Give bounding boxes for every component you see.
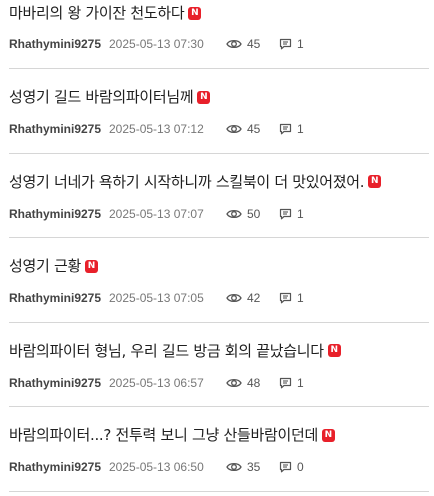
post-author[interactable]: Rhathymini9275 <box>9 121 109 137</box>
comment-icon <box>279 461 292 473</box>
view-count: 50 <box>226 206 279 222</box>
post-title[interactable]: 성영기 길드 바람의파이터님께 <box>9 87 194 107</box>
post-item[interactable]: 바람의파이터 형님, 우리 길드 방금 회의 끝났습니다 N Rhathymin… <box>9 323 429 407</box>
comment-icon <box>279 292 292 304</box>
post-title-row[interactable]: 바람의파이터...? 전투력 보니 그냥 산들바람이던데 N <box>9 425 429 445</box>
new-badge: N <box>327 344 341 357</box>
view-count-value: 50 <box>247 206 261 221</box>
view-count: 42 <box>226 290 279 306</box>
eye-icon <box>226 208 242 220</box>
post-title-row[interactable]: 성영기 근황 N <box>9 256 429 276</box>
post-item[interactable]: 성영기 길드 바람의파이터님께 N Rhathymini9275 2025-05… <box>9 69 429 154</box>
post-date: 2025-05-13 06:50 <box>109 460 204 474</box>
post-author[interactable]: Rhathymini9275 <box>9 290 109 306</box>
comment-icon <box>279 123 292 135</box>
eye-icon <box>226 377 242 389</box>
new-badge: N <box>84 259 98 273</box>
eye-icon <box>226 38 242 50</box>
post-title[interactable]: 바람의파이터 형님, 우리 길드 방금 회의 끝났습니다 <box>9 341 324 361</box>
post-title[interactable]: 성영기 너네가 욕하기 시작하니까 스킬북이 더 맛있어졌어. <box>9 172 365 192</box>
view-count: 45 <box>226 121 279 137</box>
comment-icon <box>279 38 292 50</box>
post-date: 2025-05-13 06:57 <box>109 375 204 390</box>
new-badge: N <box>197 90 211 104</box>
post-author[interactable]: Rhathymini9275 <box>9 459 109 475</box>
view-count-value: 48 <box>247 375 261 390</box>
post-meta: Rhathymini9275 2025-05-13 07:05 42 1 <box>9 290 304 306</box>
eye-icon <box>226 123 242 135</box>
new-badge: N <box>188 6 202 20</box>
post-item[interactable]: 바람의파이터...? 전투력 보니 그냥 산들바람이던데 N Rhathymin… <box>9 407 429 492</box>
new-badge: N <box>321 428 335 442</box>
comment-count-value: 1 <box>297 206 304 221</box>
comment-count-value: 1 <box>297 122 304 136</box>
post-date: 2025-05-13 07:30 <box>109 37 204 51</box>
comment-count-value: 1 <box>297 37 304 51</box>
post-author[interactable]: Rhathymini9275 <box>9 206 109 222</box>
view-count-value: 42 <box>247 291 261 305</box>
comment-count-value: 1 <box>297 291 304 305</box>
comment-count-value: 1 <box>297 375 304 390</box>
post-title-row[interactable]: 성영기 길드 바람의파이터님께 N <box>9 87 429 107</box>
view-count-value: 45 <box>247 122 261 136</box>
view-count: 48 <box>226 375 279 391</box>
post-meta: Rhathymini9275 2025-05-13 06:50 35 0 <box>9 459 304 475</box>
eye-icon <box>226 292 242 304</box>
comment-count[interactable]: 1 <box>279 375 304 391</box>
post-item[interactable]: 성영기 너네가 욕하기 시작하니까 스킬북이 더 맛있어졌어. N Rhathy… <box>9 154 429 238</box>
comment-count[interactable]: 1 <box>279 290 304 306</box>
post-title[interactable]: 마바리의 왕 가이잔 천도하다 <box>9 3 185 23</box>
view-count-value: 45 <box>247 37 261 51</box>
post-author[interactable]: Rhathymini9275 <box>9 36 109 52</box>
comment-icon <box>279 377 292 389</box>
comment-icon <box>279 208 292 220</box>
post-item[interactable]: 성영기 근황 N Rhathymini9275 2025-05-13 07:05… <box>9 238 429 323</box>
post-title-row[interactable]: 성영기 너네가 욕하기 시작하니까 스킬북이 더 맛있어졌어. N <box>9 172 429 192</box>
post-date: 2025-05-13 07:07 <box>109 206 204 221</box>
post-author[interactable]: Rhathymini9275 <box>9 375 109 391</box>
post-meta: Rhathymini9275 2025-05-13 07:30 45 1 <box>9 36 304 52</box>
post-item[interactable]: 마바리의 왕 가이잔 천도하다 N Rhathymini9275 2025-05… <box>9 0 429 69</box>
post-title-row[interactable]: 바람의파이터 형님, 우리 길드 방금 회의 끝났습니다 N <box>9 341 429 361</box>
post-meta: Rhathymini9275 2025-05-13 07:12 45 1 <box>9 121 304 137</box>
post-meta: Rhathymini9275 2025-05-13 06:57 48 1 <box>9 375 304 391</box>
view-count: 45 <box>226 36 279 52</box>
comment-count-value: 0 <box>297 460 304 474</box>
post-title[interactable]: 성영기 근황 <box>9 256 81 276</box>
comment-count[interactable]: 1 <box>279 121 304 137</box>
post-date: 2025-05-13 07:05 <box>109 291 204 305</box>
post-title-row[interactable]: 마바리의 왕 가이잔 천도하다 N <box>9 3 429 23</box>
new-badge: N <box>368 175 382 188</box>
comment-count[interactable]: 1 <box>279 36 304 52</box>
post-date: 2025-05-13 07:12 <box>109 122 204 136</box>
post-title[interactable]: 바람의파이터...? 전투력 보니 그냥 산들바람이던데 <box>9 425 318 445</box>
comment-count[interactable]: 1 <box>279 206 304 222</box>
comment-count[interactable]: 0 <box>279 459 304 475</box>
post-list: 마바리의 왕 가이잔 천도하다 N Rhathymini9275 2025-05… <box>0 0 434 492</box>
view-count-value: 35 <box>247 460 261 474</box>
eye-icon <box>226 461 242 473</box>
post-meta: Rhathymini9275 2025-05-13 07:07 50 1 <box>9 206 304 222</box>
view-count: 35 <box>226 459 279 475</box>
